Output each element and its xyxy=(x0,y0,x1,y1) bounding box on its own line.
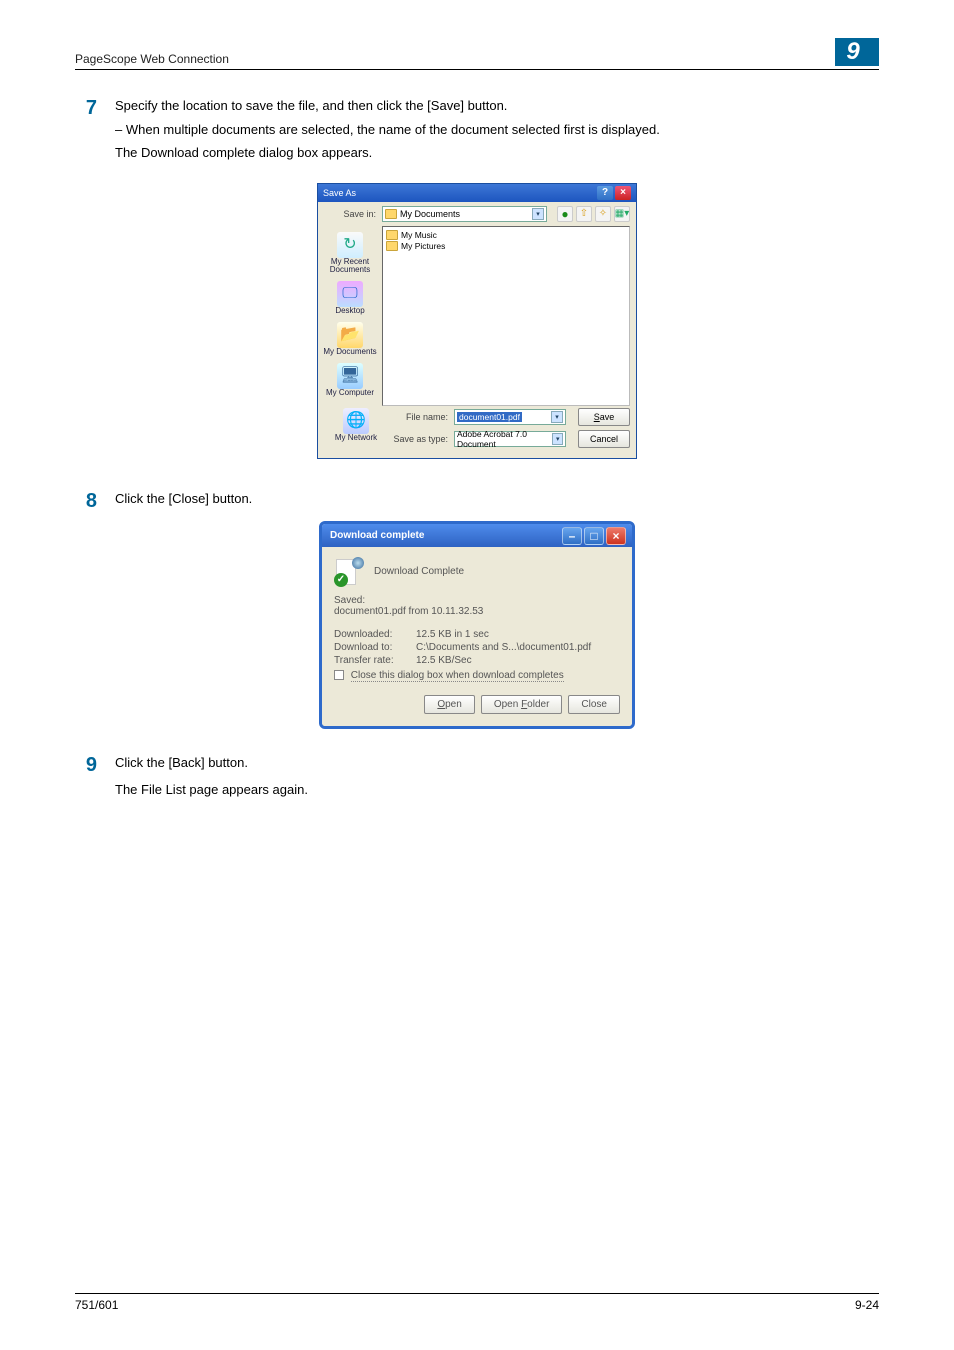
close-when-done-label: Close this dialog box when download comp… xyxy=(351,670,564,682)
nav-up-icon[interactable]: ⇧ xyxy=(576,206,592,222)
header-title: PageScope Web Connection xyxy=(75,52,229,66)
save-in-combo[interactable]: My Documents ▾ xyxy=(382,206,547,222)
chevron-down-icon[interactable]: ▾ xyxy=(552,433,563,445)
chevron-down-icon[interactable]: ▾ xyxy=(532,208,544,220)
step-7-text: Specify the location to save the file, a… xyxy=(115,96,879,116)
desktop-icon: 🖵 xyxy=(337,281,363,307)
views-icon[interactable]: ▦▾ xyxy=(614,206,630,222)
download-complete-icon: ✓ xyxy=(334,557,364,587)
downloaded-value: 12.5 KB in 1 sec xyxy=(416,629,489,640)
savetype-combo[interactable]: Adobe Acrobat 7.0 Document ▾ xyxy=(454,431,566,447)
footer-right: 9-24 xyxy=(855,1298,879,1312)
download-titlebar[interactable]: Download complete – □ × xyxy=(322,524,632,547)
computer-icon: 🖥 xyxy=(337,363,363,389)
new-folder-icon[interactable]: ✧ xyxy=(595,206,611,222)
file-list[interactable]: My Music My Pictures xyxy=(382,226,630,406)
folder-icon xyxy=(386,230,398,240)
recent-icon: ↻ xyxy=(337,232,363,258)
close-button[interactable]: Close xyxy=(568,695,620,714)
chapter-badge: 9 xyxy=(835,38,879,66)
step-number-7: 7 xyxy=(75,96,115,167)
place-desktop-label: Desktop xyxy=(335,307,364,316)
filename-label: File name: xyxy=(388,412,448,422)
step-7-subnote: – When multiple documents are selected, … xyxy=(115,120,879,140)
place-documents-label: My Documents xyxy=(323,348,376,357)
savetype-label: Save as type: xyxy=(388,434,448,444)
folder-icon xyxy=(385,209,397,219)
list-item-label: My Music xyxy=(401,230,437,240)
page-header: PageScope Web Connection 9 xyxy=(75,38,879,70)
step-number-9: 9 xyxy=(75,753,115,804)
saved-value: document01.pdf from 10.11.32.53 xyxy=(334,606,620,617)
list-item[interactable]: My Music xyxy=(386,230,626,240)
download-complete-dialog: Download complete – □ × ✓ Download Compl… xyxy=(319,521,635,729)
saved-label: Saved: xyxy=(334,595,620,606)
download-title-text: Download complete xyxy=(330,530,424,541)
filename-value: document01.pdf xyxy=(457,412,522,422)
step-9-text2: The File List page appears again. xyxy=(115,780,879,800)
place-recent[interactable]: ↻ My Recent Documents xyxy=(318,232,382,276)
nav-back-icon[interactable]: ● xyxy=(557,206,573,222)
save-as-title-text: Save As xyxy=(323,188,356,198)
save-as-dialog: Save As ? × Save in: My Documents ▾ ● xyxy=(317,183,637,459)
filename-input[interactable]: document01.pdf ▾ xyxy=(454,409,566,425)
open-folder-button[interactable]: Open Folder xyxy=(481,695,563,714)
open-button[interactable]: Open xyxy=(424,695,474,714)
place-desktop[interactable]: 🖵 Desktop xyxy=(335,281,364,316)
close-icon[interactable]: × xyxy=(615,186,631,200)
save-button[interactable]: Save xyxy=(578,408,630,426)
place-recent-label: My Recent Documents xyxy=(318,258,382,276)
place-documents[interactable]: 📂 My Documents xyxy=(323,322,376,357)
step-8-text: Click the [Close] button. xyxy=(115,489,879,509)
save-in-value: My Documents xyxy=(400,209,460,219)
page-footer: 751/601 9-24 xyxy=(75,1293,879,1312)
rate-label: Transfer rate: xyxy=(334,655,416,666)
downloadto-value: C:\Documents and S...\document01.pdf xyxy=(416,642,591,653)
minimize-icon[interactable]: – xyxy=(562,527,582,545)
place-network-label: My Network xyxy=(335,434,377,443)
list-item-label: My Pictures xyxy=(401,241,445,251)
help-icon[interactable]: ? xyxy=(597,186,613,200)
save-as-titlebar[interactable]: Save As ? × xyxy=(318,184,636,202)
network-icon: 🌐 xyxy=(343,408,369,434)
list-item[interactable]: My Pictures xyxy=(386,241,626,251)
rate-value: 12.5 KB/Sec xyxy=(416,655,472,666)
step-7-text2: The Download complete dialog box appears… xyxy=(115,143,879,163)
maximize-icon[interactable]: □ xyxy=(584,527,604,545)
step-number-8: 8 xyxy=(75,489,115,513)
downloaded-label: Downloaded: xyxy=(334,629,416,640)
place-computer-label: My Computer xyxy=(326,389,374,398)
place-network[interactable]: 🌐 My Network xyxy=(335,408,377,443)
documents-icon: 📂 xyxy=(337,322,363,348)
cancel-button[interactable]: Cancel xyxy=(578,430,630,448)
footer-left: 751/601 xyxy=(75,1298,118,1312)
folder-icon xyxy=(386,241,398,251)
savetype-value: Adobe Acrobat 7.0 Document xyxy=(457,429,552,449)
place-computer[interactable]: 🖥 My Computer xyxy=(326,363,374,398)
downloadto-label: Download to: xyxy=(334,642,416,653)
places-bar: ↻ My Recent Documents 🖵 Desktop 📂 My Doc… xyxy=(318,226,382,406)
chevron-down-icon[interactable]: ▾ xyxy=(551,411,563,423)
close-when-done-checkbox[interactable] xyxy=(334,670,344,680)
step-9-text: Click the [Back] button. xyxy=(115,753,879,773)
close-icon[interactable]: × xyxy=(606,527,626,545)
save-in-label: Save in: xyxy=(324,209,376,219)
download-heading: Download Complete xyxy=(374,566,464,577)
